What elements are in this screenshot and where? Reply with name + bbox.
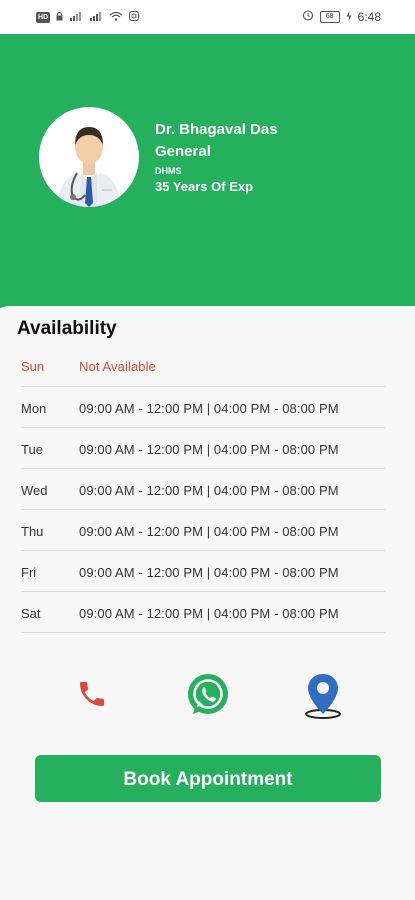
doctor-info: Dr. Bhagaval Das General DHMS 35 Years O…: [155, 120, 278, 196]
status-time: 6:48: [357, 9, 381, 24]
schedule-hours: 09:00 AM - 12:00 PM | 04:00 PM - 08:00 P…: [79, 606, 339, 621]
whatsapp-icon: [188, 674, 228, 714]
doctor-name: Dr. Bhagaval Das: [155, 121, 278, 138]
lock-icon: [56, 10, 63, 24]
charging-icon: [346, 10, 352, 24]
schedule-day: Wed: [21, 483, 48, 498]
call-button[interactable]: [76, 678, 108, 715]
schedule-hours: 09:00 AM - 12:00 PM | 04:00 PM - 08:00 P…: [79, 565, 339, 580]
book-appointment-button[interactable]: Book Appointment: [35, 755, 381, 802]
doctor-profile-screen: HD 68 6:48 Dr. Bhagaval Das General DHMS…: [0, 0, 415, 900]
signal-icon-1: [69, 10, 83, 24]
schedule-row-fri: Fri 09:00 AM - 12:00 PM | 04:00 PM - 08:…: [21, 551, 385, 592]
schedule-day: Fri: [21, 565, 37, 580]
signal-icon-2: [89, 10, 103, 24]
availability-title: Availability: [17, 318, 117, 339]
schedule-row-wed: Wed 09:00 AM - 12:00 PM | 04:00 PM - 08:…: [21, 469, 385, 510]
contact-actions: [0, 672, 415, 722]
schedule-row-mon: Mon 09:00 AM - 12:00 PM | 04:00 PM - 08:…: [21, 387, 385, 428]
doctor-avatar-icon: [57, 127, 121, 207]
location-button[interactable]: [302, 672, 344, 725]
hd-icon: HD: [36, 11, 51, 23]
battery-icon: 68: [319, 10, 340, 23]
schedule-day: Sun: [21, 359, 45, 374]
doctor-specialty: General: [155, 143, 211, 160]
schedule-row-sat: Sat 09:00 AM - 12:00 PM | 04:00 PM - 08:…: [21, 592, 385, 633]
schedule-hours: 09:00 AM - 12:00 PM | 04:00 PM - 08:00 P…: [79, 524, 339, 539]
schedule-row-tue: Tue 09:00 AM - 12:00 PM | 04:00 PM - 08:…: [21, 428, 385, 469]
schedule-row-sun: Sun Not Available: [21, 346, 385, 387]
schedule-hours: 09:00 AM - 12:00 PM | 04:00 PM - 08:00 P…: [79, 401, 339, 416]
header-wave: [0, 262, 415, 308]
whatsapp-button[interactable]: [185, 672, 231, 723]
instagram-icon: [129, 10, 140, 24]
status-left-icons: HD: [36, 10, 140, 24]
schedule-hours: 09:00 AM - 12:00 PM | 04:00 PM - 08:00 P…: [79, 483, 339, 498]
alarm-icon: [302, 9, 314, 24]
schedule-day: Mon: [21, 401, 47, 416]
schedule-day: Sat: [21, 606, 41, 621]
location-pin-icon: [305, 674, 341, 719]
schedule-day: Tue: [21, 442, 43, 457]
phone-icon: [80, 682, 104, 706]
doctor-experience: 35 Years Of Exp: [155, 179, 254, 194]
doctor-degree: DHMS: [155, 166, 182, 176]
status-bar: HD 68 6:48: [0, 0, 415, 34]
schedule-hours: Not Available: [79, 359, 156, 374]
schedule-row-thu: Thu 09:00 AM - 12:00 PM | 04:00 PM - 08:…: [21, 510, 385, 551]
doctor-avatar: [39, 107, 139, 207]
availability-schedule: Sun Not Available Mon 09:00 AM - 12:00 P…: [21, 346, 385, 633]
schedule-hours: 09:00 AM - 12:00 PM | 04:00 PM - 08:00 P…: [79, 442, 339, 457]
wifi-icon: [109, 10, 123, 24]
schedule-day: Thu: [21, 524, 44, 539]
status-right-icons: 68 6:48: [302, 9, 381, 24]
